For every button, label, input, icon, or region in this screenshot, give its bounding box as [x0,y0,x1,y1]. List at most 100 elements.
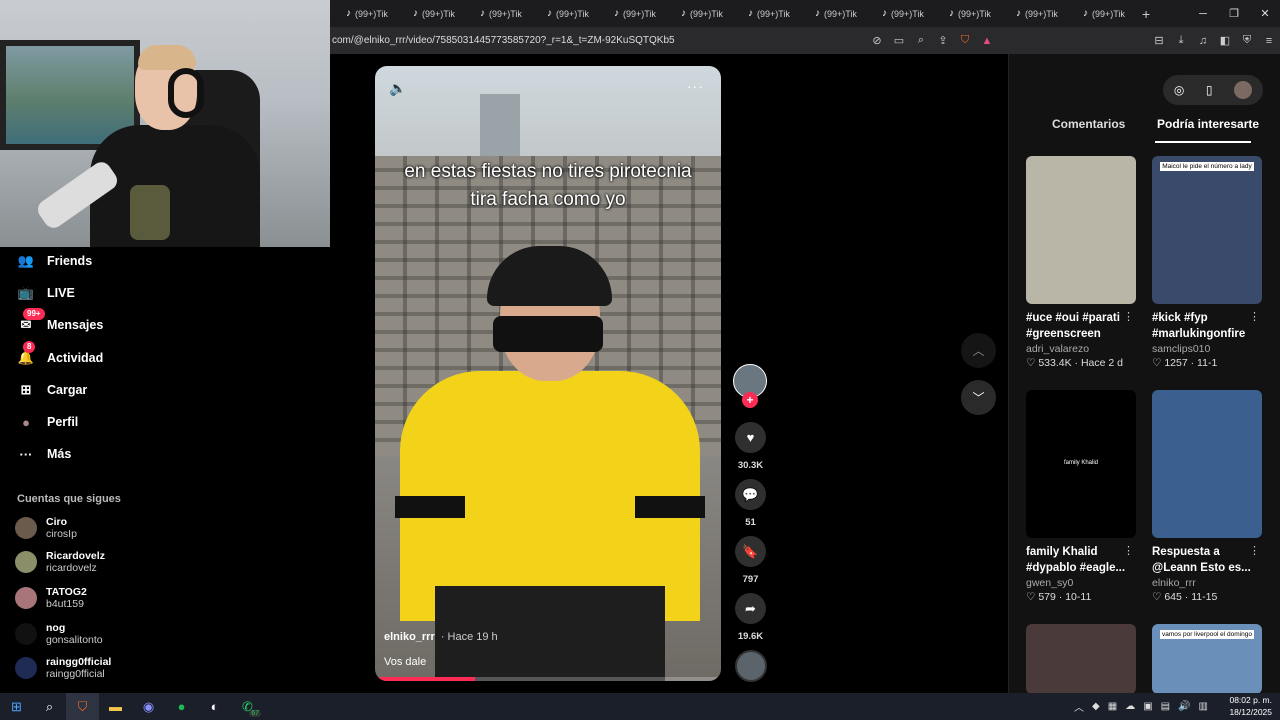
recommended-video-card[interactable] [1026,624,1136,694]
brave-shield-icon[interactable]: ⛉ [954,30,976,52]
volume-tray-icon[interactable]: 🔊 [1178,701,1190,712]
recommended-video-card[interactable]: family Khalid family Khalid #dypablo #eag… [1026,390,1136,603]
phone-icon[interactable]: ▯ [1206,83,1213,97]
sidebar-item-perfil[interactable]: ● Perfil [17,413,78,431]
search-icon[interactable]: ⌕ [33,693,66,720]
video-thumbnail[interactable] [1026,156,1136,304]
browser-tab[interactable]: ♪ (99+)Tik [866,0,933,27]
obs-icon[interactable]: ◐ [198,693,231,720]
browser-tab[interactable]: ♪ (99+)Tik [1000,0,1067,27]
share-icon[interactable]: ⇪ [932,30,954,52]
card-more-icon[interactable]: ⋮ [1249,310,1260,323]
video-author[interactable]: elniko_rrr [384,631,435,643]
file-explorer-icon[interactable]: ▬ [99,693,132,720]
tab-comentarios[interactable]: Comentarios [1052,117,1125,131]
card-more-icon[interactable]: ⋮ [1123,310,1134,323]
tray-app-icon-3[interactable]: ▤ [1161,701,1170,712]
recommended-video-card[interactable]: Maicol le pide el número a lady #kick #fy… [1152,156,1262,369]
card-username[interactable]: gwen_sy0 [1026,577,1136,589]
menu-icon[interactable]: ≡ [1258,30,1280,52]
minimize-button[interactable]: ─ [1186,0,1220,27]
tray-app-icon-2[interactable]: ▣ [1143,701,1152,712]
video-progress-bar[interactable] [375,677,721,681]
share-button[interactable]: ➦ [735,593,766,624]
previous-video-button[interactable]: ︿ [961,333,996,368]
video-thumbnail[interactable] [1026,624,1136,694]
video-thumbnail[interactable]: family Khalid [1026,390,1136,538]
new-tab-button[interactable]: + [1142,6,1150,22]
recommended-video-card[interactable]: #uce #oui #parati #greenscreen adri_valar… [1026,156,1136,369]
following-account[interactable]: Ricardovelz ricardovelz [15,550,105,574]
comment-button[interactable]: 💬 [735,479,766,510]
browser-tab[interactable]: ♪ (99+)Tik [598,0,665,27]
close-window-button[interactable]: ✕ [1248,0,1280,27]
windows-start-icon[interactable]: ⊞ [0,693,33,720]
video-thumbnail[interactable] [1152,390,1262,538]
tab-podria-interesarte[interactable]: Podría interesarte [1157,117,1259,131]
music-disc-avatar[interactable] [735,650,767,682]
video-player[interactable]: en estas fiestas no tires pirotecnia tir… [375,66,721,681]
restore-button[interactable]: ❐ [1217,0,1251,27]
next-video-button[interactable]: ﹀ [961,380,996,415]
card-title[interactable]: family Khalid #dypablo #eagle... [1026,544,1126,576]
like-button[interactable]: ♥ [735,422,766,453]
brave-browser-icon[interactable]: ⛉ [66,693,99,720]
split-view-icon[interactable]: ◧ [1214,30,1236,52]
video-thumbnail[interactable]: Maicol le pide el número a lady [1152,156,1262,304]
cast-icon[interactable]: ▭ [888,30,910,52]
card-more-icon[interactable]: ⋮ [1123,544,1134,557]
sidebar-item-mensajes[interactable]: ✉ 99+ Mensajes [17,308,103,334]
whatsapp-icon[interactable]: ✆ 67 [231,693,264,720]
tray-app-icon-4[interactable]: ▥ [1199,701,1208,712]
card-title[interactable]: #uce #oui #parati #greenscreen [1026,310,1126,342]
spotify-icon[interactable]: ● [165,693,198,720]
sidebar-item-m-s[interactable]: ··· Más [17,445,72,463]
sidebar-item-cargar[interactable]: ⊞ Cargar [17,381,88,399]
browser-tab[interactable]: ♪ (99+)Tik [330,0,397,27]
following-account[interactable]: TATOG2 b4ut159 [15,586,87,610]
zoom-icon[interactable]: ⌕ [910,30,932,52]
sidebar-item-actividad[interactable]: 🔔 8 Actividad [17,341,103,367]
browser-tab[interactable]: ♪ (99+)Tik [933,0,1000,27]
browser-tab[interactable]: ♪ (99+)Tik [799,0,866,27]
follow-plus-icon[interactable]: + [742,392,758,408]
tray-chevron-icon[interactable]: ︿ [1074,699,1084,714]
compass-icon[interactable]: ◎ [1174,83,1184,97]
media-icon[interactable]: ♫ [1192,30,1214,52]
no-tracking-icon[interactable]: ⊘ [866,30,888,52]
network-icon[interactable]: ▦ [1108,701,1117,712]
browser-tab[interactable]: ♪ (99+)Tik [464,0,531,27]
tray-app-icon[interactable]: ◆ [1092,701,1100,712]
vpn-icon[interactable]: ⛨ [1236,30,1258,52]
download-icon[interactable]: ⤓ [1170,30,1192,52]
volume-icon[interactable]: 🔈 [389,80,406,97]
browser-tab[interactable]: ♪ (99+)Tik [397,0,464,27]
recommended-video-card[interactable]: vamos por liverpool el domingo [1152,624,1262,694]
card-title[interactable]: #kick #fyp #marlukingonfire [1152,310,1252,342]
following-account[interactable]: Ciro cirosIp [15,516,77,540]
following-account[interactable]: raingg0fficial raingg0fficial [15,656,111,680]
cloud-icon[interactable]: ☁ [1125,701,1135,712]
recommended-video-card[interactable]: Respuesta a @Leann Esto es... elniko_rrr ♡… [1152,390,1262,603]
sidebar-item-friends[interactable]: 👥 Friends [17,252,92,270]
more-options-icon[interactable]: ··· [687,78,704,94]
video-author-line[interactable]: elniko_rrr · Hace 19 h [384,631,498,643]
browser-tab[interactable]: ♪ (99+)Tik [665,0,732,27]
user-avatar[interactable] [1234,81,1253,99]
following-account[interactable]: nog gonsalitonto [15,622,103,646]
sidebar-item-live[interactable]: 📺 LIVE [17,284,75,302]
card-username[interactable]: samclips010 [1152,343,1262,355]
card-more-icon[interactable]: ⋮ [1249,544,1260,557]
system-clock[interactable]: 08:02 p. m. 18/12/2025 [1229,694,1272,718]
card-title[interactable]: Respuesta a @Leann Esto es... [1152,544,1252,576]
brave-rewards-icon[interactable]: ▲ [976,30,998,52]
save-button[interactable]: 🔖 [735,536,766,567]
discord-icon[interactable]: ◉ [132,693,165,720]
video-thumbnail[interactable]: vamos por liverpool el domingo [1152,624,1262,694]
browser-tab[interactable]: ♪ (99+)Tik [1067,0,1134,27]
browser-tab[interactable]: ♪ (99+)Tik [732,0,799,27]
card-username[interactable]: adri_valarezo [1026,343,1136,355]
url-text[interactable]: com/@elniko_rrr/video/758503144577358572… [330,35,675,46]
browser-tab[interactable]: ♪ (99+)Tik [531,0,598,27]
card-username[interactable]: elniko_rrr [1152,577,1262,589]
